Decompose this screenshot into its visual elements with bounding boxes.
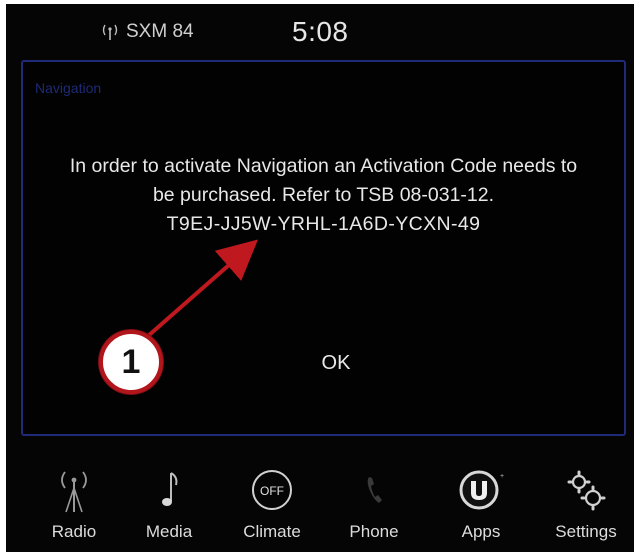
climate-off-text: OFF xyxy=(260,484,284,498)
dialog-title: Navigation xyxy=(35,80,102,96)
ok-button[interactable]: OK xyxy=(309,345,363,381)
radio-icon xyxy=(50,464,98,516)
antenna-icon xyxy=(102,24,118,40)
uconnect-apps-icon: + xyxy=(457,464,505,516)
music-note-icon xyxy=(145,464,193,516)
nav-item-apps[interactable]: + Apps xyxy=(433,464,529,552)
nav-item-climate[interactable]: OFF Climate xyxy=(224,464,320,552)
gears-icon xyxy=(562,464,610,516)
nav-label-radio: Radio xyxy=(51,522,97,541)
message-line-1: In order to activate Navigation an Activ… xyxy=(69,155,578,177)
message-line-2: be purchased. Refer to TSB 08-031-12. xyxy=(152,184,495,206)
callout-number-badge: 1 xyxy=(99,330,163,394)
svg-text:+: + xyxy=(500,473,504,480)
nav-label-media: Media xyxy=(145,522,193,541)
climate-off-icon: OFF xyxy=(248,464,296,516)
head-unit-screen: SXM 84 5:08 Navigation In order to activ… xyxy=(6,4,634,552)
nav-item-radio[interactable]: Radio xyxy=(26,464,122,552)
bottom-nav-bar: Radio Media OFF Climate Phone + Apps Set… xyxy=(6,464,634,552)
nav-label-climate: Climate xyxy=(243,522,301,541)
nav-item-settings[interactable]: Settings xyxy=(538,464,634,552)
dialog-message: In order to activate Navigation an Activ… xyxy=(23,152,624,239)
nav-label-phone: Phone xyxy=(349,522,399,541)
phone-icon xyxy=(350,464,398,516)
status-bar: SXM 84 5:08 xyxy=(6,4,634,56)
nav-label-apps: Apps xyxy=(461,522,501,541)
clock: 5:08 xyxy=(292,16,349,47)
nav-item-media[interactable]: Media xyxy=(121,464,217,552)
activation-code: T9EJ-JJ5W-YRHL-1A6D-YCXN-49 xyxy=(166,213,481,235)
nav-item-phone[interactable]: Phone xyxy=(326,464,422,552)
nav-label-settings: Settings xyxy=(555,522,617,541)
radio-source-label: SXM 84 xyxy=(126,21,194,42)
radio-source-indicator[interactable]: SXM 84 xyxy=(102,20,194,44)
